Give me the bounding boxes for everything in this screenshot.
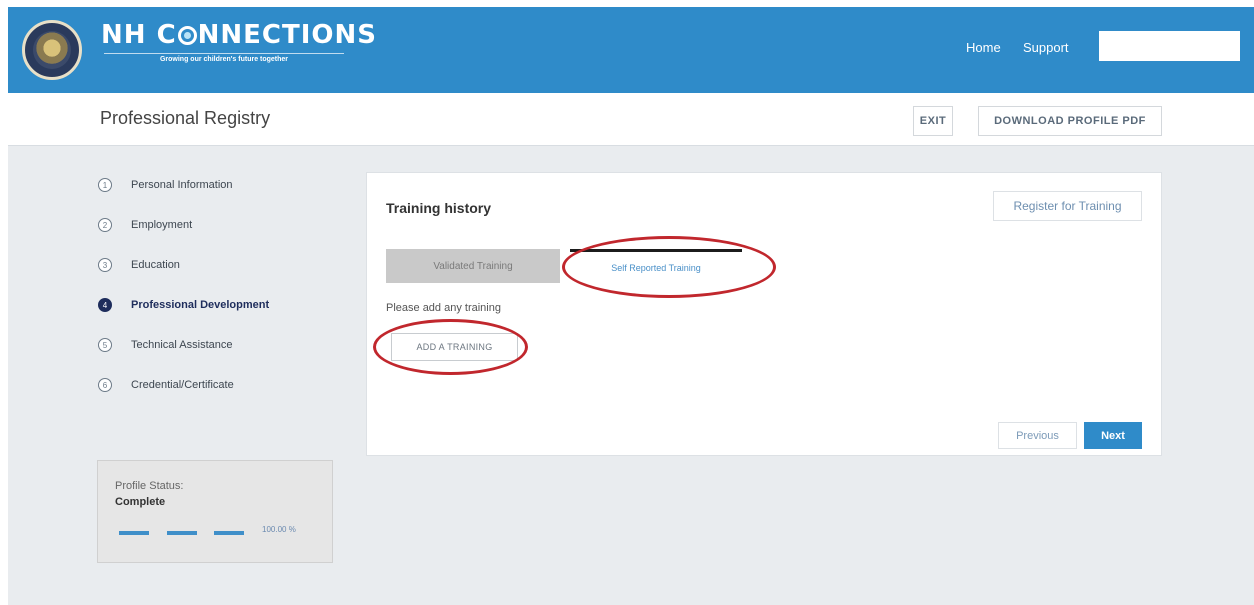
add-training-hint: Please add any training [386,302,501,314]
step-number-badge: 3 [98,258,112,272]
step-number-badge: 1 [98,178,112,192]
step-number-badge: 4 [98,298,112,312]
page-title-bar: Professional Registry EXIT DOWNLOAD PROF… [8,93,1254,146]
step-label: Professional Development [131,299,270,311]
step-label: Technical Assistance [131,339,233,351]
step-label: Education [131,259,180,271]
profile-progress-percent: 100.00 % [262,525,296,534]
page-title: Professional Registry [100,108,271,128]
progress-segment [167,531,197,535]
connections-o-icon [177,26,197,45]
nav-support-link[interactable]: Support [1023,40,1069,55]
step-number-badge: 2 [98,218,112,232]
training-history-card: Training history Register for Training V… [366,172,1162,456]
progress-segment [119,531,149,535]
step-number-badge: 6 [98,378,112,392]
search-input[interactable] [1099,31,1240,61]
profile-status-label: Profile Status: [115,480,184,492]
exit-button[interactable]: EXIT [913,106,953,136]
top-header: NH C NNECTIONS Growing our children's fut… [8,7,1254,93]
seal-emblem-icon [33,31,71,69]
step-number-badge: 5 [98,338,112,352]
step-label: Employment [131,219,193,231]
step-professional-development[interactable]: 4 Professional Development [98,295,269,315]
previous-button[interactable]: Previous [998,422,1077,449]
next-button[interactable]: Next [1084,422,1142,449]
brand-tagline: Growing our children's future together [104,53,344,68]
step-education[interactable]: 3 Education [98,255,180,275]
tab-validated-training[interactable]: Validated Training [386,249,560,283]
step-credential-certificate[interactable]: 6 Credential/Certificate [98,375,234,395]
step-label: Credential/Certificate [131,379,234,391]
progress-segment [214,531,244,535]
brand-suffix: NNECTIONS [197,20,378,50]
step-employment[interactable]: 2 Employment [98,215,192,235]
step-technical-assistance[interactable]: 5 Technical Assistance [98,335,233,355]
step-label: Personal Information [131,179,233,191]
register-for-training-button[interactable]: Register for Training [993,191,1142,221]
profile-status-card: Profile Status: Complete 100.00 % [97,460,333,563]
step-personal-information[interactable]: 1 Personal Information [98,175,233,195]
state-seal-logo [22,20,82,80]
app-frame: NH C NNECTIONS Growing our children's fut… [8,7,1254,605]
brand-logo[interactable]: NH C NNECTIONS [101,20,377,50]
tab-self-reported-training[interactable]: Self Reported Training [570,249,742,283]
download-profile-pdf-button[interactable]: DOWNLOAD PROFILE PDF [978,106,1162,136]
profile-status-value: Complete [115,496,166,508]
nav-home-link[interactable]: Home [966,40,1001,55]
add-training-button[interactable]: ADD A TRAINING [391,333,518,361]
section-title: Training history [386,200,492,216]
brand-prefix: NH C [101,20,177,50]
